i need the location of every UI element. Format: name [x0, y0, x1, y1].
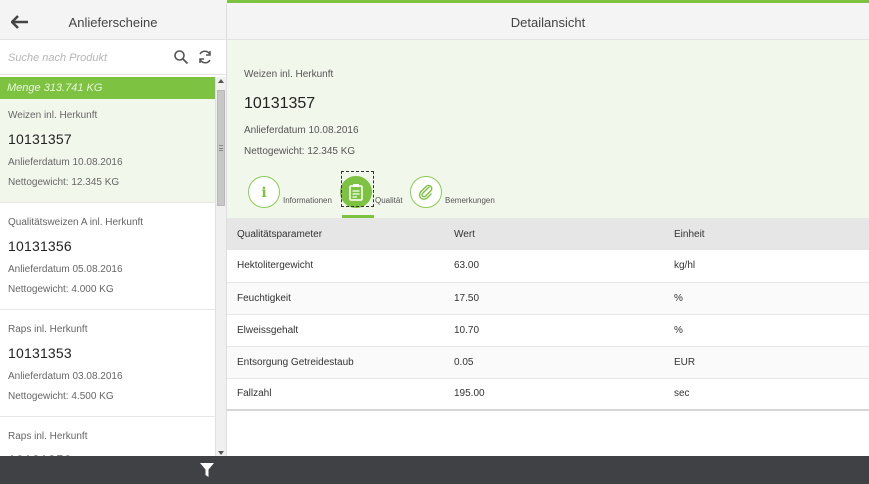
search-row — [0, 40, 226, 75]
tab-label: Informationen — [283, 196, 332, 205]
table-cell: sec — [664, 378, 869, 411]
table-cell: Fallzahl — [227, 378, 444, 411]
detail-title: Detailansicht — [227, 4, 869, 40]
table-cell: Elweissgehalt — [227, 314, 444, 347]
table-row[interactable]: Hektolitergewicht 63.00 kg/hl — [227, 250, 869, 283]
filter-button[interactable] — [200, 463, 216, 477]
list-title: Anlieferscheine — [68, 15, 158, 30]
tab-label: Bemerkungen — [445, 196, 495, 205]
table-cell: 17.50 — [444, 282, 664, 315]
tab-label: Qualität — [375, 196, 403, 205]
column-header[interactable]: Einheit — [664, 218, 869, 250]
list-item-number: 10131353 — [8, 345, 72, 361]
focus-outline — [341, 171, 374, 207]
list-scrollbar[interactable] — [215, 77, 226, 458]
tab-bemerkungen[interactable]: Bemerkungen — [410, 174, 495, 208]
list-item-product: Raps inl. Herkunft — [8, 324, 88, 335]
refresh-icon — [199, 50, 211, 64]
scroll-down-arrow-icon[interactable] — [218, 451, 224, 455]
detail-summary: Weizen inl. Herkunft 10131357 Anlieferda… — [227, 40, 869, 218]
list-item-date: Anlieferdatum 10.08.2016 — [8, 157, 123, 168]
list-item-date: Anlieferdatum 05.08.2016 — [8, 264, 123, 275]
list-item[interactable]: Qualitätsweizen A inl. Herkunft 10131356… — [0, 203, 215, 310]
table-cell: % — [664, 314, 869, 347]
table-cell: 0.05 — [444, 346, 664, 379]
scroll-thumb[interactable] — [217, 90, 225, 206]
list-item-weight: Nettogewicht: 4.500 KG — [8, 391, 114, 402]
delivery-list[interactable]: Menge 313.741 KG Weizen inl. Herkunft 10… — [0, 77, 226, 458]
quality-table: Qualitätsparameter Wert Einheit Hektolit… — [227, 218, 869, 411]
table-cell: EUR — [664, 346, 869, 379]
detail-product: Weizen inl. Herkunft — [244, 69, 334, 80]
table-cell: 195.00 — [444, 378, 664, 411]
table-row[interactable]: Feuchtigkeit 17.50 % — [227, 282, 869, 315]
refresh-button[interactable] — [197, 49, 213, 65]
table-row[interactable]: Entsorgung Getreidestaub 0.05 EUR — [227, 346, 869, 379]
list-item-number: 10131357 — [8, 131, 72, 147]
table-cell: Entsorgung Getreidestaub — [227, 346, 444, 379]
table-cell: % — [664, 282, 869, 315]
tab-informationen[interactable]: i Informationen — [248, 174, 332, 208]
detail-pane: Detailansicht Weizen inl. Herkunft 10131… — [227, 4, 869, 456]
list-item[interactable]: Raps inl. Herkunft 10131353 Anlieferdatu… — [0, 310, 215, 417]
table-cell: Feuchtigkeit — [227, 282, 444, 315]
search-button[interactable] — [173, 49, 189, 65]
table-cell: 63.00 — [444, 250, 664, 283]
grip-icon — [219, 145, 223, 151]
delivery-list-pane: Anlieferscheine Menge 313.741 KG Weizen … — [0, 4, 227, 484]
list-item-weight: Nettogewicht: 4.000 KG — [8, 284, 114, 295]
table-cell: Hektolitergewicht — [227, 250, 444, 283]
search-input[interactable] — [8, 48, 158, 68]
list-item[interactable]: Weizen inl. Herkunft 10131357 Anlieferda… — [0, 99, 215, 203]
svg-text:i: i — [261, 185, 266, 200]
detail-weight: Nettogewicht: 12.345 KG — [244, 146, 356, 157]
list-item-product: Raps inl. Herkunft — [8, 431, 88, 442]
search-icon — [174, 50, 189, 65]
scroll-up-arrow-icon[interactable] — [218, 79, 224, 83]
list-header: Anlieferscheine — [0, 4, 226, 40]
column-header[interactable]: Wert — [444, 218, 664, 250]
detail-number: 10131357 — [244, 95, 316, 112]
list-item-weight: Nettogewicht: 12.345 KG — [8, 177, 120, 188]
list-item-number: 10131356 — [8, 238, 72, 254]
active-tab-indicator — [342, 215, 374, 218]
info-icon: i — [248, 176, 280, 208]
paperclip-icon — [410, 176, 442, 208]
list-item-product: Qualitätsweizen A inl. Herkunft — [8, 217, 144, 228]
column-header[interactable]: Qualitätsparameter — [227, 218, 444, 250]
list-item[interactable]: Raps inl. Herkunft 10131350 — [0, 417, 215, 458]
detail-date: Anlieferdatum 10.08.2016 — [244, 125, 359, 136]
table-row[interactable]: Fallzahl 195.00 sec — [227, 378, 869, 411]
top-accent-green — [227, 0, 869, 3]
filter-icon — [200, 463, 214, 477]
total-quantity: Menge 313.741 KG — [0, 77, 215, 99]
table-row[interactable]: Elweissgehalt 10.70 % — [227, 314, 869, 347]
list-item-product: Weizen inl. Herkunft — [8, 110, 98, 121]
table-cell: kg/hl — [664, 250, 869, 283]
table-header-row: Qualitätsparameter Wert Einheit — [227, 218, 869, 250]
bottom-toolbar — [0, 456, 869, 484]
table-cell: 10.70 — [444, 314, 664, 347]
list-item-date: Anlieferdatum 03.08.2016 — [8, 371, 123, 382]
